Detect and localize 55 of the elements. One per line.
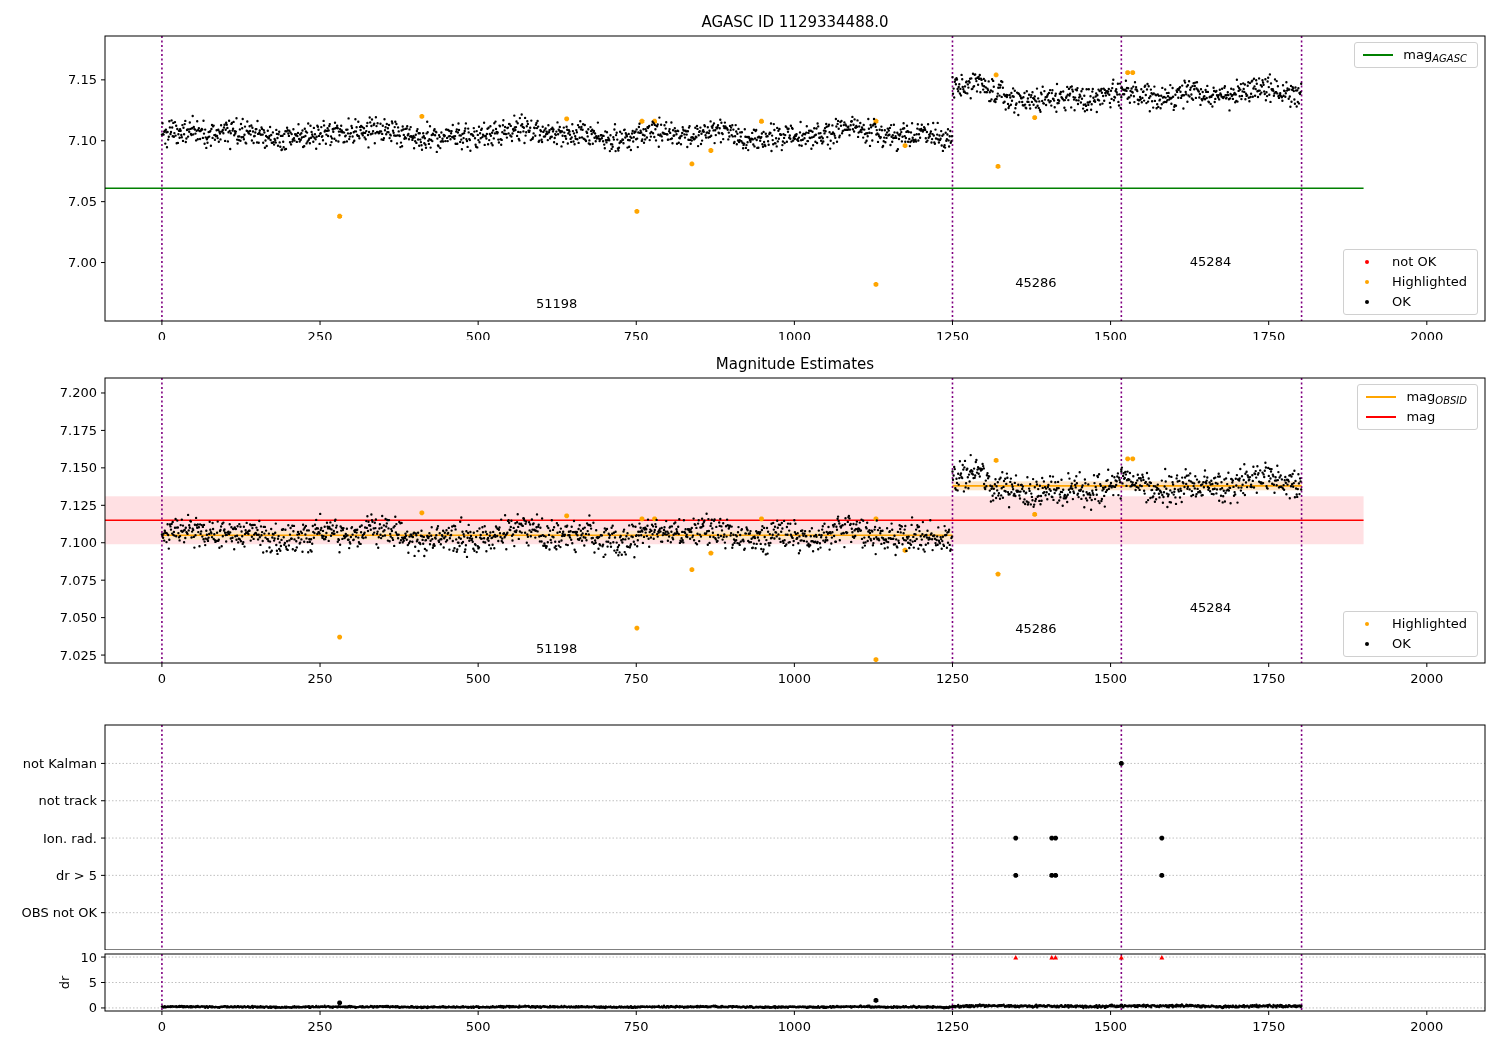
legend-label: mag — [1406, 408, 1437, 426]
axis-label: dr — [57, 975, 72, 990]
tick-label: 0 — [157, 1019, 167, 1034]
obsid-label: 45284 — [1189, 599, 1232, 615]
tick-label: 1500 — [1094, 1019, 1128, 1034]
tick-label: 2000 — [1410, 671, 1444, 684]
chart-title: AGASC ID 1129334488.0 — [701, 13, 889, 31]
obsid-label: 45286 — [1015, 620, 1057, 636]
tick-label: 1250 — [935, 1019, 970, 1034]
tick-label: 2000 — [1410, 1019, 1444, 1034]
tick-label: 750 — [623, 1019, 649, 1034]
tick-label: 7.050 — [59, 610, 97, 626]
tick-label: 500 — [465, 671, 491, 684]
tick-label: 250 — [307, 1019, 333, 1034]
legend-label: Highlighted — [1392, 273, 1468, 291]
tick-label: 750 — [623, 671, 649, 684]
tick-label: 500 — [465, 1019, 491, 1034]
tick-label: 7.125 — [59, 497, 97, 513]
tick-label: Ion. rad. — [43, 830, 97, 846]
tick-label: 1250 — [935, 671, 970, 684]
obsid-label: 45284 — [1189, 254, 1232, 270]
tick-label: 250 — [307, 671, 333, 684]
tick-label: 10 — [80, 950, 97, 965]
tick-label: 1000 — [777, 671, 811, 684]
tick-label: OBS not OK — [21, 905, 97, 921]
tick-label: 7.00 — [68, 255, 97, 271]
tick-label: 5 — [88, 975, 97, 990]
legend-label: mag$_{OBSID}$ — [1406, 388, 1468, 406]
tick-label: 7.175 — [59, 422, 97, 438]
tick-label: 7.100 — [59, 535, 97, 551]
tick-label: 1750 — [1252, 1019, 1286, 1034]
tick-label: 7.15 — [68, 72, 97, 88]
chart-title: Magnitude Estimates — [715, 355, 875, 373]
obsid-label: 45286 — [1015, 274, 1057, 290]
obsid-label: 51198 — [535, 640, 578, 656]
obsid-label: 51198 — [535, 295, 578, 311]
tick-label: 7.200 — [59, 385, 97, 401]
legend-label: mag$_{AGASC}$ — [1403, 46, 1468, 64]
tick-label: not track — [38, 793, 97, 809]
legend-label: not OK — [1392, 253, 1438, 271]
legend-label: Highlighted — [1392, 615, 1468, 633]
tick-label: not Kalman — [22, 755, 97, 771]
tick-label: 7.075 — [59, 572, 97, 588]
tick-label: 0 — [88, 1000, 97, 1016]
tick-label: 0 — [157, 671, 167, 684]
tick-label: 7.05 — [68, 194, 97, 210]
tick-label: 1750 — [1252, 671, 1286, 684]
tick-label: 1000 — [777, 1019, 811, 1034]
legend-label: OK — [1392, 293, 1412, 311]
tick-label: 7.025 — [59, 647, 97, 663]
legend-label: OK — [1392, 635, 1412, 653]
tick-label: 7.150 — [59, 460, 97, 476]
tick-label: 1500 — [1094, 671, 1128, 684]
tick-label: 7.10 — [68, 133, 97, 149]
tick-label: dr > 5 — [55, 867, 97, 883]
